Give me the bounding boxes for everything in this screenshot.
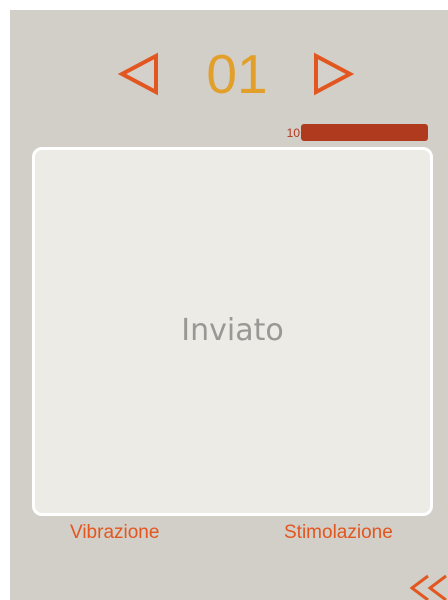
vibration-mode-label[interactable]: Vibrazione — [70, 522, 159, 544]
status-text: Inviato — [181, 313, 284, 348]
channel-navigator: 01 — [10, 43, 448, 106]
stimulation-mode-label[interactable]: Stimolazione — [284, 522, 393, 544]
prev-channel-button[interactable] — [118, 52, 160, 96]
intensity-value: 10 — [286, 126, 300, 140]
triangle-right-icon — [314, 52, 354, 96]
remote-app: 01 10 Inviato Vibrazione Stimolazione — [10, 10, 448, 600]
back-button[interactable] — [406, 574, 448, 600]
touch-panel[interactable]: Inviato — [32, 147, 433, 516]
triangle-left-icon — [118, 52, 158, 96]
channel-number: 01 — [206, 43, 268, 105]
intensity-bar[interactable] — [301, 124, 428, 141]
next-channel-button[interactable] — [312, 52, 354, 96]
double-chevron-left-icon — [409, 574, 447, 600]
